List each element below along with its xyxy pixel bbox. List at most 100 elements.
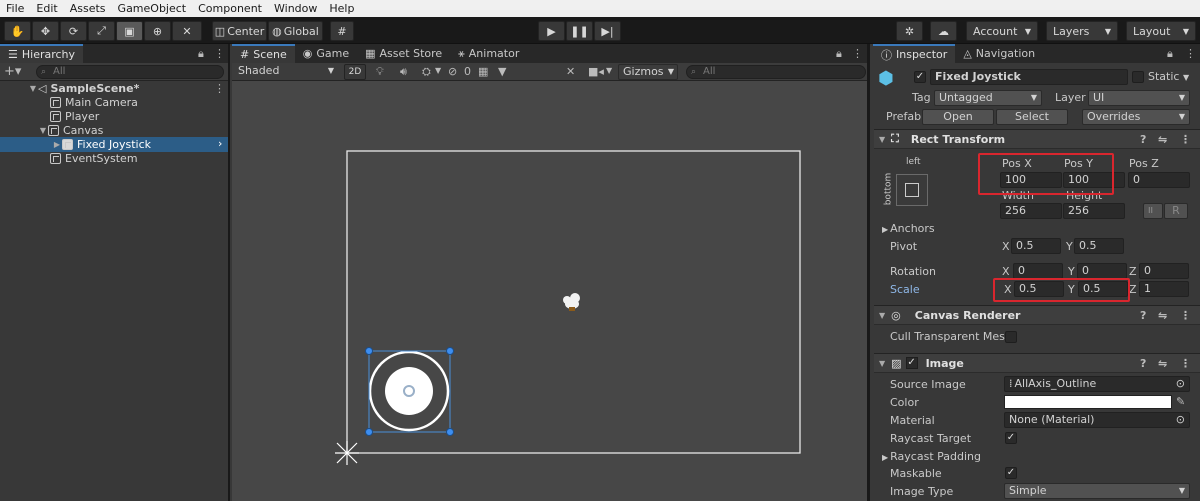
kebab-menu-icon[interactable]: ⋮ xyxy=(1180,133,1191,146)
pivot-x-field[interactable]: 0.5 xyxy=(1011,238,1061,254)
list-item[interactable]: ▼ Canvas xyxy=(0,123,228,138)
source-image-field[interactable]: ⁞ AllAxis_Outline ⊙ xyxy=(1004,376,1190,392)
camera-icon[interactable]: ■◂ xyxy=(588,65,604,78)
tab-hierarchy[interactable]: ☰ Hierarchy xyxy=(0,44,84,63)
cull-transparent-mesh-checkbox[interactable] xyxy=(1005,331,1017,343)
transform-icon[interactable]: ⊕ xyxy=(144,21,171,41)
list-item[interactable]: Player xyxy=(0,109,228,124)
kebab-menu-icon[interactable]: ⋮ xyxy=(1180,309,1191,322)
effects-icon[interactable]: ⛭ xyxy=(422,65,431,79)
preset-icon[interactable]: ⇋ xyxy=(1158,133,1167,146)
lock-icon[interactable]: 🔒︎ xyxy=(836,47,842,61)
2d-toggle-button[interactable]: 2D xyxy=(344,64,366,80)
anchors-foldout[interactable]: ▶ Anchors xyxy=(882,222,935,235)
fold-arrow-icon[interactable]: ▼ xyxy=(879,311,885,320)
scene-viewport[interactable] xyxy=(232,81,867,501)
tools-icon[interactable]: ✕ xyxy=(566,65,575,78)
kebab-menu-icon[interactable]: ⋮ xyxy=(214,47,225,60)
prefab-select-button[interactable]: Select xyxy=(996,109,1068,125)
image-header[interactable]: ▼ ▨ ✓ Image ? ⇋ ⋮ xyxy=(874,353,1200,373)
canvas-renderer-header[interactable]: ▼ ◎ Canvas Renderer ? ⇋ ⋮ xyxy=(874,305,1200,325)
blueprint-mode-button[interactable]: ⁝⁝ xyxy=(1143,203,1163,219)
rotate-icon[interactable]: ⟳ xyxy=(60,21,87,41)
list-item-selected[interactable]: ▶ Fixed Joystick › xyxy=(0,137,228,152)
prefab-overrides-dropdown[interactable]: Overrides ▼ xyxy=(1082,109,1190,125)
layer-dropdown[interactable]: UI ▼ xyxy=(1088,90,1190,106)
menu-component[interactable]: Component xyxy=(192,2,268,15)
scale-z-field[interactable]: 1 xyxy=(1139,281,1189,297)
fold-arrow-icon[interactable]: ▼ xyxy=(879,359,885,368)
move-icon[interactable]: ✥ xyxy=(32,21,59,41)
object-name-field[interactable]: Fixed Joystick xyxy=(930,69,1128,85)
tab-animator[interactable]: ⚹ Animator xyxy=(450,44,527,63)
object-picker-icon[interactable]: ⊙ xyxy=(1176,377,1185,391)
preset-icon[interactable]: ⇋ xyxy=(1158,357,1167,370)
pivot-center-button[interactable]: ◫ Center xyxy=(212,21,267,41)
menu-file[interactable]: File xyxy=(0,2,30,15)
tab-navigation[interactable]: ◬ Navigation xyxy=(955,44,1043,63)
object-picker-icon[interactable]: ⊙ xyxy=(1176,413,1185,427)
rotation-x-field[interactable]: 0 xyxy=(1013,263,1063,279)
material-field[interactable]: None (Material) ⊙ xyxy=(1004,412,1190,428)
add-icon[interactable]: +▾ xyxy=(4,64,21,79)
cloud-icon[interactable]: ☁ xyxy=(930,21,957,41)
expand-arrow-icon[interactable]: ▼ xyxy=(38,126,48,135)
chevron-down-icon[interactable]: ▼ xyxy=(498,65,506,78)
chevron-down-icon[interactable]: ▼ xyxy=(435,66,441,75)
lock-icon[interactable]: 🔒︎ xyxy=(1167,47,1173,61)
kebab-menu-icon[interactable]: ⋮ xyxy=(852,47,863,60)
rotation-y-field[interactable]: 0 xyxy=(1077,263,1127,279)
account-dropdown[interactable]: Account ▼ xyxy=(966,21,1038,41)
chevron-down-icon[interactable]: ▼ xyxy=(606,66,612,75)
lock-icon[interactable]: 🔒︎ xyxy=(198,47,204,61)
grid-snap-icon[interactable]: # xyxy=(330,21,354,41)
tab-asset-store[interactable]: ▦ Asset Store xyxy=(357,44,450,63)
gizmos-dropdown[interactable]: Gizmos ▼ xyxy=(618,64,678,80)
list-item[interactable]: EventSystem xyxy=(0,151,228,166)
static-dropdown[interactable]: Static ▼ xyxy=(1148,70,1189,83)
help-icon[interactable]: ? xyxy=(1140,357,1146,370)
help-icon[interactable]: ? xyxy=(1140,309,1146,322)
collab-icon[interactable]: ✲ xyxy=(896,21,923,41)
kebab-menu-icon[interactable]: ⋮ xyxy=(1180,357,1191,370)
audio-icon[interactable]: 🔊︎ xyxy=(400,65,407,79)
lighting-icon[interactable]: 💡︎ xyxy=(376,65,384,79)
play-icon[interactable]: ▶ xyxy=(538,21,565,41)
prefab-open-button[interactable]: Open xyxy=(922,109,994,125)
expand-arrow-icon[interactable]: ▶ xyxy=(52,140,62,149)
menu-window[interactable]: Window xyxy=(268,2,323,15)
list-item[interactable]: Main Camera xyxy=(0,95,228,110)
scene-visibility-icon[interactable]: ⊘ xyxy=(448,65,457,78)
step-icon[interactable]: ▶| xyxy=(594,21,621,41)
hierarchy-search-input[interactable]: ⌕ All xyxy=(36,65,224,79)
tab-inspector[interactable]: ⓘ Inspector xyxy=(873,44,956,63)
scene-row[interactable]: ▼ ◁ SampleScene* ⋮ xyxy=(0,81,228,96)
custom-tool-icon[interactable]: ✕ xyxy=(172,21,202,41)
static-checkbox[interactable] xyxy=(1132,71,1144,83)
maskable-checkbox[interactable]: ✓ xyxy=(1005,467,1017,479)
menu-edit[interactable]: Edit xyxy=(30,2,63,15)
tab-game[interactable]: ◉ Game xyxy=(295,44,357,63)
space-global-button[interactable]: ◍ Global xyxy=(268,21,323,41)
expand-arrow-icon[interactable]: ▼ xyxy=(28,84,38,93)
height-field[interactable]: 256 xyxy=(1063,203,1125,219)
fold-arrow-icon[interactable]: ▼ xyxy=(879,135,885,144)
layout-dropdown[interactable]: Layout ▼ xyxy=(1126,21,1196,41)
kebab-menu-icon[interactable]: ⋮ xyxy=(214,82,225,95)
pivot-y-field[interactable]: 0.5 xyxy=(1074,238,1124,254)
color-swatch[interactable] xyxy=(1004,395,1172,409)
raycast-padding-foldout[interactable]: ▶ Raycast Padding xyxy=(882,450,981,463)
width-field[interactable]: 256 xyxy=(1000,203,1062,219)
tab-scene[interactable]: # Scene xyxy=(232,44,295,63)
scene-search-input[interactable]: ⌕ All xyxy=(686,65,866,79)
image-type-dropdown[interactable]: Simple ▼ xyxy=(1004,483,1190,499)
menu-gameobject[interactable]: GameObject xyxy=(112,2,193,15)
hand-icon[interactable]: ✋ xyxy=(4,21,31,41)
scale-icon[interactable]: ⤢ xyxy=(88,21,115,41)
anchor-presets-button[interactable] xyxy=(896,174,928,206)
kebab-menu-icon[interactable]: ⋮ xyxy=(1185,47,1196,60)
raycast-target-checkbox[interactable]: ✓ xyxy=(1005,432,1017,444)
eyedropper-icon[interactable]: ✎ xyxy=(1176,395,1185,408)
rect-transform-header[interactable]: ▼ ⛶ Rect Transform ? ⇋ ⋮ xyxy=(874,129,1200,149)
raw-edit-button[interactable]: R xyxy=(1164,203,1188,219)
